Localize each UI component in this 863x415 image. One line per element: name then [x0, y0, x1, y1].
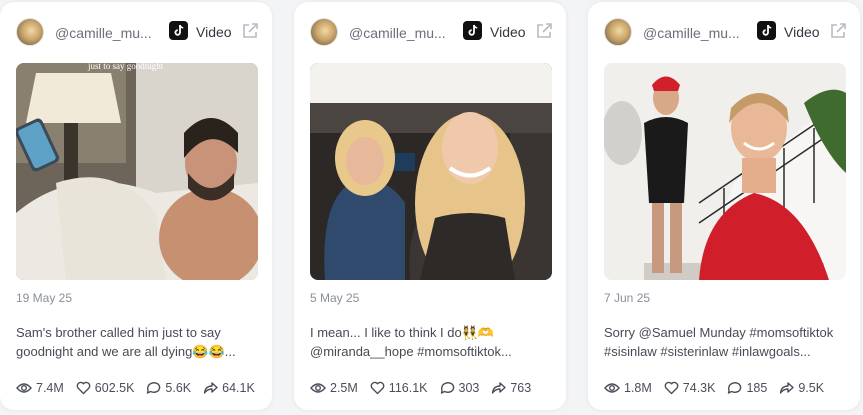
shares-stat: 64.1K [203, 381, 255, 395]
share-icon [492, 382, 507, 394]
card-header: @camille_mu... Video [16, 18, 258, 48]
post-date: 7 Jun 25 [604, 291, 651, 305]
views-stat: 2.5M [310, 381, 358, 395]
post-stats: 2.5M 116.1K 303 763 [310, 378, 556, 398]
eye-icon [310, 383, 326, 393]
caption-line: Sam's brother called him just to say [16, 325, 221, 340]
video-thumbnail[interactable] [604, 63, 846, 280]
likes-stat: 74.3K [664, 381, 716, 395]
share-icon [780, 382, 795, 394]
tiktok-icon [169, 21, 188, 40]
post-type-label: Video [196, 24, 232, 40]
caption-line: goodnight and we are all dying😂😂... [16, 344, 236, 359]
card-header: @camille_mu... Video [604, 18, 846, 48]
external-link-icon[interactable] [828, 21, 848, 41]
views-stat: 1.8M [604, 381, 652, 395]
tiktok-icon [757, 21, 776, 40]
share-icon [203, 382, 218, 394]
caption-line: #sisinlaw #sisterinlaw #inlawgoals... [604, 344, 811, 359]
post-stats: 7.4M 602.5K 5.6K 64.1K [16, 378, 262, 398]
avatar[interactable] [16, 18, 44, 46]
post-type-label: Video [784, 24, 820, 40]
post-card[interactable]: @camille_mu... Video 5 May 25 I mean... … [294, 2, 566, 410]
heart-icon [76, 381, 91, 395]
post-date: 19 May 25 [16, 291, 73, 305]
likes-stat: 602.5K [76, 381, 135, 395]
caption-line: Sorry @Samuel Munday #momsoftiktok [604, 325, 834, 340]
comments-stat: 185 [727, 381, 767, 395]
post-card[interactable]: @camille_mu... Video just to say goodnig… [0, 2, 272, 410]
shares-stat: 9.5K [779, 381, 824, 395]
comment-icon [440, 382, 454, 394]
comment-icon [728, 382, 742, 394]
views-count: 7.4M [36, 381, 64, 395]
post-type-label: Video [490, 24, 526, 40]
likes-count: 74.3K [682, 381, 716, 395]
username[interactable]: @camille_mu... [349, 25, 455, 41]
external-link-icon[interactable] [240, 21, 260, 41]
comments-count: 5.6K [165, 381, 192, 395]
external-link-icon[interactable] [534, 21, 554, 41]
username[interactable]: @camille_mu... [643, 25, 749, 41]
comment-icon [147, 382, 161, 394]
views-count: 2.5M [330, 381, 358, 395]
post-caption: Sorry @Samuel Munday #momsoftiktok #sisi… [604, 323, 846, 361]
comments-stat: 5.6K [146, 381, 191, 395]
shares-count: 763 [510, 381, 532, 395]
caption-line: @miranda__hope #momsoftiktok... [310, 344, 512, 359]
caption-line: I mean... I like to think I do👯🫶 [310, 325, 495, 340]
post-stats: 1.8M 74.3K 185 9.5K [604, 378, 850, 398]
card-header: @camille_mu... Video [310, 18, 552, 48]
eye-icon [16, 383, 32, 393]
shares-count: 9.5K [798, 381, 825, 395]
post-caption: I mean... I like to think I do👯🫶 @mirand… [310, 323, 552, 361]
eye-icon [604, 383, 620, 393]
comments-stat: 303 [440, 381, 480, 395]
likes-count: 602.5K [94, 381, 135, 395]
comments-count: 303 [458, 381, 480, 395]
shares-stat: 763 [491, 381, 531, 395]
thumbnail-overlay-text: just to say goodnight [87, 63, 164, 71]
avatar[interactable] [604, 18, 632, 46]
username[interactable]: @camille_mu... [55, 25, 161, 41]
shares-count: 64.1K [222, 381, 255, 395]
likes-count: 116.1K [388, 381, 428, 395]
likes-stat: 116.1K [370, 381, 428, 395]
heart-icon [664, 381, 679, 395]
comments-count: 185 [746, 381, 768, 395]
video-thumbnail[interactable]: just to say goodnight [16, 63, 258, 280]
views-stat: 7.4M [16, 381, 64, 395]
post-caption: Sam's brother called him just to say goo… [16, 323, 258, 361]
avatar[interactable] [310, 18, 338, 46]
tiktok-icon [463, 21, 482, 40]
post-date: 5 May 25 [310, 291, 360, 305]
views-count: 1.8M [624, 381, 652, 395]
video-thumbnail[interactable] [310, 63, 552, 280]
post-card[interactable]: @camille_mu... Video 7 Jun 25 Sorry @Sam… [588, 2, 860, 410]
heart-icon [370, 381, 385, 395]
